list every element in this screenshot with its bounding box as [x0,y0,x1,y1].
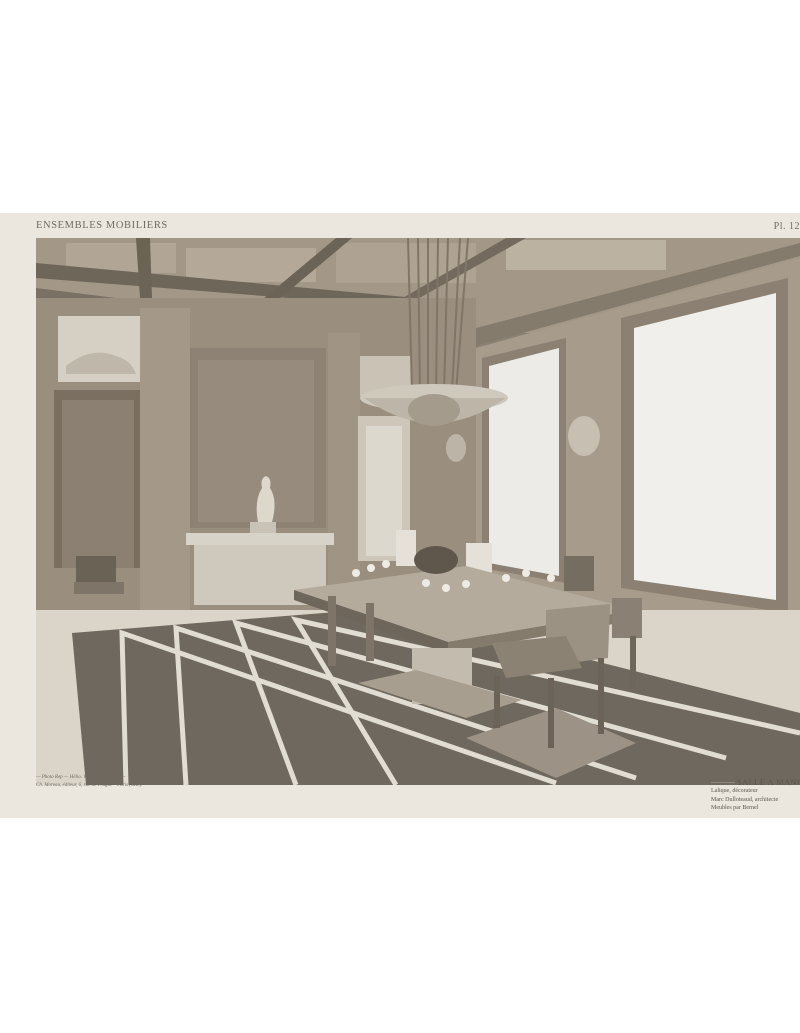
left-door [62,400,134,568]
caption-architect: Marc Dulloteaud, architecte [711,796,779,803]
credits-line-photo: — Photo Rep — Hélio. Vaucheux, Chelles — [36,775,126,780]
dining-chair [612,598,642,638]
dining-chair-leg [630,636,636,688]
window [634,293,776,600]
plate-caption: SALLE A MANGER Lalique, décorateur Marc … [711,777,800,813]
wall-sconce [568,416,600,456]
console-table [186,533,334,545]
dining-chair [366,603,374,661]
center-panel-inner [198,360,314,522]
caption-decorator: Lalique, décorateur [711,788,758,794]
series-title: ENSEMBLES MOBILIERS [36,220,168,231]
dining-chair [328,596,336,666]
ceiling-coffer [506,240,666,270]
dining-room-photograph [36,238,800,785]
plate-page: ENSEMBLES MOBILIERS Pl. 12 — Photo Rep —… [0,213,800,818]
candelabra [396,530,416,566]
pilaster [140,308,190,613]
photo-credits: — Photo Rep — Hélio. Vaucheux, Chelles —… [36,774,142,790]
side-chair [76,556,116,586]
front-chair-leg [494,676,500,728]
window [489,348,559,576]
front-chair-leg [548,678,554,748]
side-chair-seat [74,582,124,594]
chair-back [564,556,594,591]
console-plinth [250,522,276,533]
pilaster [328,333,360,598]
credits-line-publisher: Ch. Moreau, éditeur, 6, rue de Prague – … [36,783,143,788]
front-chair-leg [598,658,604,734]
plate-number: Pl. 12 [773,221,800,232]
caption-furniture: Meubles par Bernel [711,805,759,811]
caption-title: SALLE A MANGER [711,777,800,787]
wall-sconce [446,434,466,462]
flower-centerpiece [414,546,458,574]
